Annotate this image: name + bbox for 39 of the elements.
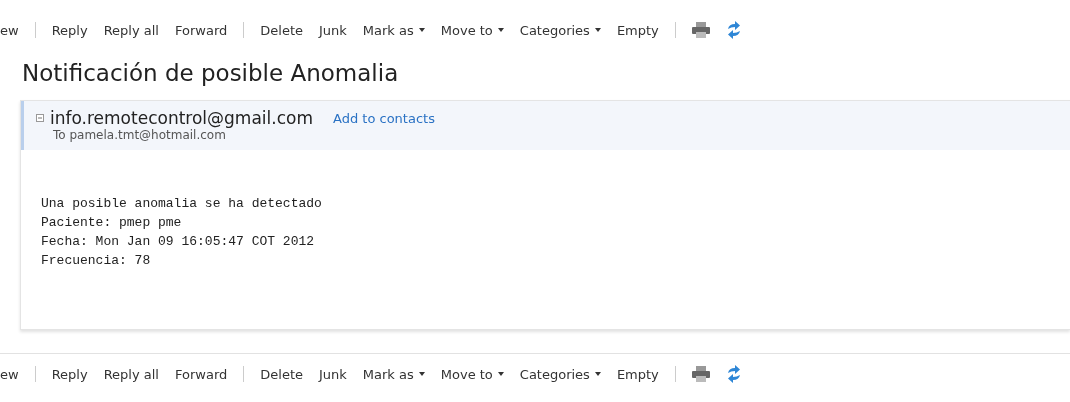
add-to-contacts-link[interactable]: Add to contacts (333, 110, 435, 126)
toolbar-menu-button[interactable]: Mark as (354, 366, 433, 382)
caret-icon (418, 372, 425, 376)
caret-icon (594, 372, 601, 376)
toolbar-button[interactable]: Empty (608, 22, 667, 38)
toolbar-button[interactable]: Junk (311, 22, 355, 38)
caret-icon (497, 28, 504, 32)
message-subject: Notificación de posible Anomalia (22, 60, 400, 86)
toolbar-menu-button[interactable]: Categories (511, 22, 609, 38)
toolbar-menu-button[interactable]: Move to (432, 366, 512, 382)
caret-icon (594, 28, 601, 32)
toolbar-button[interactable]: Empty (608, 366, 667, 382)
toolbar-button[interactable]: Delete (252, 22, 311, 38)
toolbar-button[interactable]: Reply (43, 22, 96, 38)
body-line: Paciente: pmep pme (41, 214, 183, 232)
toolbar-button[interactable]: ew (0, 22, 27, 38)
printer-icon (691, 366, 710, 382)
body-line: Frecuencia: 78 (41, 252, 152, 270)
printer-icon (691, 22, 710, 38)
toolbar-button[interactable]: Reply (43, 366, 96, 382)
collapse-icon[interactable] (36, 114, 44, 122)
toolbar-button[interactable]: Delete (252, 366, 311, 382)
toolbar-menu-button[interactable]: Mark as (354, 22, 433, 38)
toolbar-button[interactable]: Forward (167, 366, 236, 382)
toolbar-menu-button[interactable]: Move to (432, 22, 512, 38)
toolbar-button[interactable]: Junk (311, 366, 355, 382)
recipient-line: To pamela.tmt@hotmail.com (53, 128, 227, 142)
toolbar-menu-button[interactable]: Categories (511, 366, 609, 382)
body-line: Fecha: Mon Jan 09 16:05:47 COT 2012 (41, 233, 316, 251)
toolbar-button[interactable]: Reply all (95, 22, 167, 38)
caret-icon (497, 372, 504, 376)
refresh-icon (725, 365, 742, 383)
toolbar-button[interactable]: Reply all (95, 366, 167, 382)
toolbar-button[interactable]: Forward (167, 22, 236, 38)
toolbar-button[interactable]: ew (0, 366, 27, 382)
sender-address: info.remotecontrol@gmail.com (50, 108, 313, 128)
caret-icon (418, 28, 425, 32)
body-line: Una posible anomalia se ha detectado (41, 195, 323, 213)
refresh-icon (725, 21, 742, 39)
